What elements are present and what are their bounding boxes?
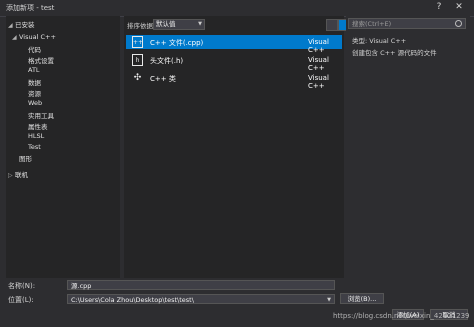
grid-view-icon[interactable] bbox=[326, 19, 338, 31]
tree-item-formatting[interactable]: 格式设置 bbox=[28, 55, 54, 65]
tree-item-data[interactable]: 数据 bbox=[28, 77, 41, 87]
tree-item-resource[interactable]: 资源 bbox=[28, 88, 41, 98]
chevron-down-icon: ▼ bbox=[198, 21, 202, 27]
browse-button[interactable]: 浏览(B)... bbox=[340, 293, 384, 304]
collapsed-arrow-icon: ▷ bbox=[8, 172, 13, 179]
location-field[interactable]: C:\Users\Cola Zhou\Desktop\test\test\ ▼ bbox=[67, 294, 335, 304]
tree-item-utility[interactable]: 实用工具 bbox=[28, 110, 54, 120]
cpp-file-icon: ++ bbox=[132, 36, 143, 48]
search-icon bbox=[455, 20, 462, 27]
location-label: 位置(L): bbox=[8, 296, 34, 304]
watermark-text: https://blog.csdn.net/weixin_42521239 bbox=[333, 312, 470, 320]
tree-item-online[interactable]: ▷ 联机 bbox=[8, 169, 28, 179]
category-tree: ◢ 已安装 ◢ Visual C++ 代码 格式设置 ATL 数据 资源 Web 实… bbox=[6, 16, 120, 278]
sort-dropdown[interactable]: 默认值 ▼ bbox=[153, 19, 205, 30]
template-name: C++ 文件(.cpp) bbox=[150, 39, 204, 47]
template-cpp-file[interactable]: ++ C++ 文件(.cpp) Visual C++ bbox=[126, 35, 342, 54]
name-field[interactable]: 源.cpp bbox=[67, 280, 335, 290]
template-name: 头文件(.h) bbox=[150, 57, 184, 65]
close-button[interactable]: ✕ bbox=[452, 1, 466, 14]
name-label: 名称(N): bbox=[8, 282, 36, 290]
tree-item-test[interactable]: Test bbox=[28, 143, 41, 151]
expanded-arrow-icon: ◢ bbox=[8, 22, 13, 29]
detail-description: 创建包含 C++ 源代码的文件 bbox=[352, 49, 437, 57]
detail-type: 类型: Visual C++ bbox=[352, 37, 407, 45]
sort-label: 排序依据: bbox=[127, 22, 156, 30]
tree-item-property-sheets[interactable]: 属性表 bbox=[28, 121, 48, 131]
cpp-class-icon: ✣ bbox=[133, 73, 142, 83]
details-panel: 搜索(Ctrl+E) 类型: Visual C++ 创建包含 C++ 源代码的文… bbox=[346, 16, 470, 278]
tree-item-installed[interactable]: ◢ 已安装 bbox=[8, 19, 35, 29]
search-input[interactable]: 搜索(Ctrl+E) bbox=[348, 18, 466, 29]
template-cpp-class[interactable]: ✣ C++ 类 Visual C++ bbox=[126, 71, 342, 90]
template-type: Visual C++ bbox=[308, 74, 329, 90]
tree-item-graphics[interactable]: 图形 bbox=[19, 153, 32, 163]
template-type: Visual C++ bbox=[308, 38, 329, 54]
tree-item-web[interactable]: Web bbox=[28, 99, 42, 107]
template-type: Visual C++ bbox=[308, 56, 329, 72]
tree-item-code[interactable]: 代码 bbox=[28, 44, 41, 54]
chevron-down-icon: ▼ bbox=[327, 297, 331, 303]
header-file-icon: h bbox=[132, 54, 143, 66]
template-list-panel: 排序依据: 默认值 ▼ ++ C++ 文件(.cpp) Visual C++ h… bbox=[124, 16, 350, 278]
title-bar: 添加新项 - test ? ✕ bbox=[0, 0, 474, 17]
window-title: 添加新项 - test bbox=[6, 4, 55, 12]
template-header-file[interactable]: h 头文件(.h) Visual C++ bbox=[126, 53, 342, 72]
tree-item-hlsl[interactable]: HLSL bbox=[28, 132, 44, 140]
tree-item-visual-cpp[interactable]: ◢ Visual C++ bbox=[12, 33, 56, 41]
template-name: C++ 类 bbox=[150, 75, 176, 83]
help-button[interactable]: ? bbox=[432, 1, 446, 14]
expanded-arrow-icon: ◢ bbox=[12, 34, 17, 41]
tree-item-atl[interactable]: ATL bbox=[28, 66, 40, 74]
